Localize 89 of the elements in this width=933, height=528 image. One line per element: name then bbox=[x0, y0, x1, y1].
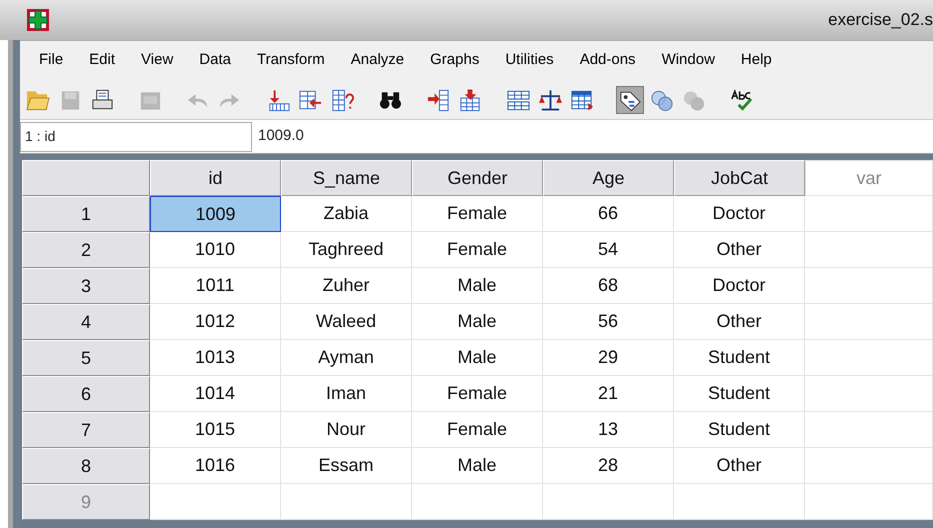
table-cell[interactable]: Waleed bbox=[281, 304, 412, 340]
table-cell[interactable]: Female bbox=[412, 196, 543, 232]
table-cell[interactable]: Other bbox=[674, 304, 805, 340]
empty-cell[interactable] bbox=[543, 484, 674, 520]
row-header[interactable]: 6 bbox=[22, 376, 150, 412]
column-header[interactable]: JobCat bbox=[674, 160, 805, 196]
column-header[interactable]: S_name bbox=[281, 160, 412, 196]
table-cell[interactable]: Ayman bbox=[281, 340, 412, 376]
table-cell[interactable]: 21 bbox=[543, 376, 674, 412]
table-cell[interactable]: 56 bbox=[543, 304, 674, 340]
table-cell[interactable]: Female bbox=[412, 376, 543, 412]
table-cell[interactable]: Doctor bbox=[674, 196, 805, 232]
table-cell[interactable]: Student bbox=[674, 340, 805, 376]
table-cell[interactable]: 1012 bbox=[150, 304, 281, 340]
row-header[interactable]: 2 bbox=[22, 232, 150, 268]
table-cell[interactable]: Iman bbox=[281, 376, 412, 412]
table-cell[interactable]: 1016 bbox=[150, 448, 281, 484]
empty-cell[interactable] bbox=[805, 448, 933, 484]
empty-cell[interactable] bbox=[281, 484, 412, 520]
empty-cell[interactable] bbox=[805, 376, 933, 412]
printer-icon bbox=[90, 88, 114, 112]
variables-icon bbox=[330, 88, 354, 112]
table-cell[interactable]: Essam bbox=[281, 448, 412, 484]
empty-cell[interactable] bbox=[805, 232, 933, 268]
insert-case-icon bbox=[426, 88, 450, 112]
table-cell[interactable]: Male bbox=[412, 448, 543, 484]
empty-cell[interactable] bbox=[805, 304, 933, 340]
table-cell[interactable]: 13 bbox=[543, 412, 674, 448]
table-cell[interactable]: Other bbox=[674, 232, 805, 268]
menu-item[interactable]: Transform bbox=[244, 47, 338, 74]
table-cell[interactable]: Male bbox=[412, 304, 543, 340]
column-header[interactable]: Age bbox=[543, 160, 674, 196]
empty-cell[interactable] bbox=[805, 340, 933, 376]
row-header[interactable]: 8 bbox=[22, 448, 150, 484]
menu-item[interactable]: Graphs bbox=[417, 47, 492, 74]
table-cell[interactable]: 1015 bbox=[150, 412, 281, 448]
menu-item[interactable]: Data bbox=[186, 47, 244, 74]
empty-cell[interactable] bbox=[805, 484, 933, 520]
table-cell[interactable]: Student bbox=[674, 376, 805, 412]
table-cell[interactable]: 29 bbox=[543, 340, 674, 376]
row-header[interactable]: 1 bbox=[22, 196, 150, 232]
table-cell[interactable]: Female bbox=[412, 232, 543, 268]
empty-cell[interactable] bbox=[674, 484, 805, 520]
table-cell[interactable]: Taghreed bbox=[281, 232, 412, 268]
row-header[interactable]: 7 bbox=[22, 412, 150, 448]
table-cell[interactable]: 68 bbox=[543, 268, 674, 304]
insert-variable-icon bbox=[458, 88, 482, 112]
table-cell[interactable]: 54 bbox=[543, 232, 674, 268]
row-header[interactable]: 5 bbox=[22, 340, 150, 376]
empty-cell[interactable] bbox=[412, 484, 543, 520]
row-header[interactable]: 3 bbox=[22, 268, 150, 304]
cell-value-field[interactable]: 1009.0 bbox=[252, 125, 304, 148]
empty-cell[interactable] bbox=[805, 196, 933, 232]
table-cell[interactable]: 1010 bbox=[150, 232, 281, 268]
empty-cell[interactable] bbox=[805, 412, 933, 448]
table-cell[interactable]: Nour bbox=[281, 412, 412, 448]
table-cell[interactable]: Zuher bbox=[281, 268, 412, 304]
spell-check-icon bbox=[730, 88, 754, 112]
menu-item[interactable]: Add-ons bbox=[566, 47, 649, 74]
table-cell[interactable]: Male bbox=[412, 340, 543, 376]
app-logo-icon bbox=[26, 8, 50, 32]
column-header[interactable]: id bbox=[150, 160, 281, 196]
tag-button[interactable] bbox=[616, 86, 644, 114]
table-cell[interactable]: Male bbox=[412, 268, 543, 304]
table-cell[interactable]: 1011 bbox=[150, 268, 281, 304]
table-cell[interactable]: 1013 bbox=[150, 340, 281, 376]
table-cell[interactable]: 66 bbox=[543, 196, 674, 232]
table-cell[interactable]: 1014 bbox=[150, 376, 281, 412]
menu-item[interactable]: Help bbox=[728, 47, 785, 74]
table-cell[interactable]: Student bbox=[674, 412, 805, 448]
column-header[interactable]: var bbox=[805, 160, 933, 196]
menu-item[interactable]: File bbox=[26, 47, 76, 74]
menu-item[interactable]: Edit bbox=[76, 47, 128, 74]
empty-cell[interactable] bbox=[805, 268, 933, 304]
table-cell[interactable]: Other bbox=[674, 448, 805, 484]
menu-item[interactable]: View bbox=[128, 47, 186, 74]
table-cell[interactable]: Female bbox=[412, 412, 543, 448]
cell-reference-field[interactable]: 1 : id bbox=[20, 122, 252, 152]
table-cell[interactable]: Zabia bbox=[281, 196, 412, 232]
row-header[interactable]: 4 bbox=[22, 304, 150, 340]
table-cell[interactable]: 1009 bbox=[150, 196, 281, 232]
table-cell[interactable]: 28 bbox=[543, 448, 674, 484]
table-cell[interactable]: Doctor bbox=[674, 268, 805, 304]
menu-item[interactable]: Analyze bbox=[338, 47, 418, 74]
column-header[interactable]: Gender bbox=[412, 160, 543, 196]
window-title: exercise_02.s bbox=[828, 9, 933, 32]
menu-item[interactable]: Window bbox=[648, 47, 728, 74]
menu-item[interactable]: Utilities bbox=[492, 47, 567, 74]
scale-icon bbox=[538, 88, 562, 112]
